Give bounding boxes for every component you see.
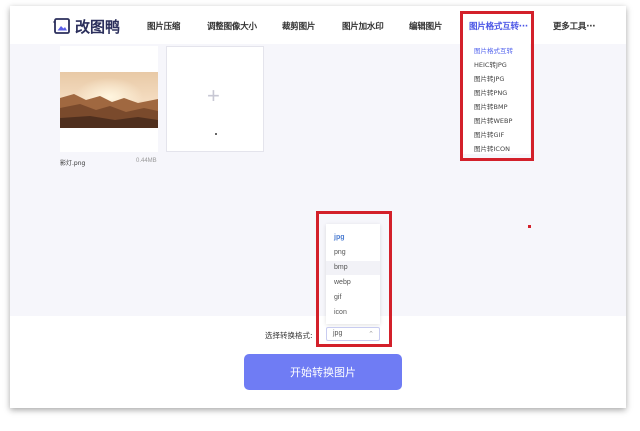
nav-more-tools[interactable]: 更多工具··· [553, 20, 595, 32]
image-thumbnail [60, 72, 158, 128]
nav-watermark[interactable]: 图片加水印 [342, 20, 384, 32]
dot-mark [215, 133, 217, 135]
format-select-label: 选择转换格式: [265, 331, 313, 340]
brand-name: 改图鸭 [75, 17, 121, 36]
plus-icon: + [207, 83, 220, 108]
nav-resize-image[interactable]: 调整图像大小 [207, 20, 257, 32]
highlight-format-menu [460, 11, 534, 161]
file-size: 0.44MB [136, 158, 157, 164]
file-name: 影灯.png [60, 160, 86, 167]
highlight-format-select [316, 211, 392, 347]
red-marker [528, 225, 531, 228]
uploaded-image-card[interactable] [60, 46, 158, 152]
start-convert-button[interactable]: 开始转换图片 [244, 354, 402, 390]
nav-edit-image[interactable]: 编辑图片 [409, 20, 442, 32]
nav-image-compress[interactable]: 图片压缩 [147, 20, 180, 32]
app-window: 改图鸭 图片压缩 调整图像大小 裁剪图片 图片加水印 编辑图片 图片格式互转··… [10, 6, 626, 408]
nav-crop-image[interactable]: 裁剪图片 [282, 20, 315, 32]
brand-logo[interactable]: 改图鸭 [53, 16, 120, 36]
image-frame-icon [53, 18, 70, 34]
add-image-button[interactable]: + [166, 46, 264, 152]
